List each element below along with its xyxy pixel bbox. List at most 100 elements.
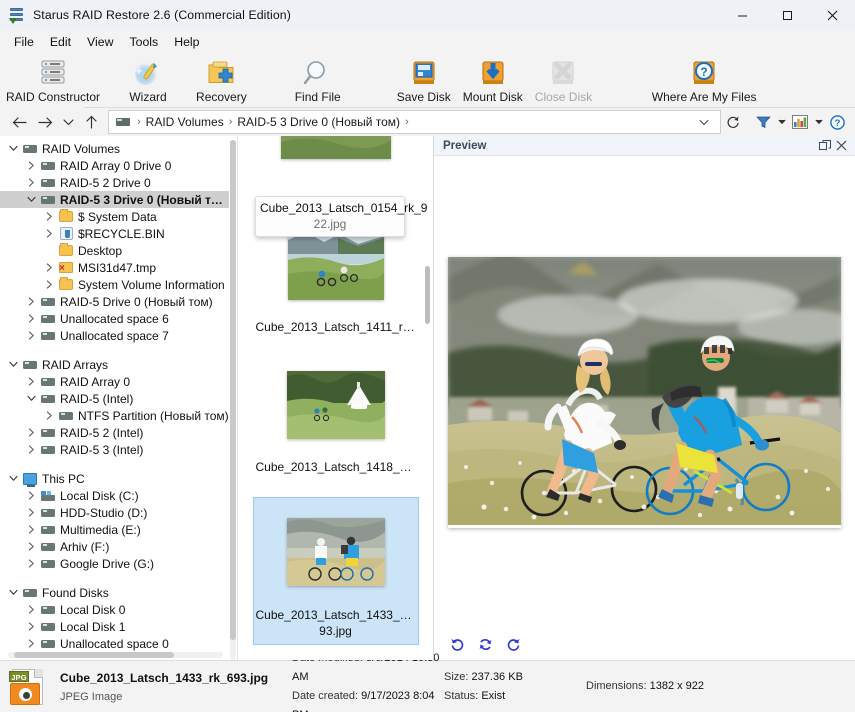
tree-item[interactable]: RAID-5 3 (Intel) bbox=[0, 441, 229, 458]
tree-item[interactable]: Arhiv (F:) bbox=[0, 538, 229, 555]
filter-funnel-icon[interactable] bbox=[751, 110, 775, 134]
tree-expand-toggle-closed[interactable] bbox=[24, 605, 39, 614]
tree-expand-toggle-open[interactable] bbox=[6, 361, 21, 368]
tree-expand-toggle-closed[interactable] bbox=[24, 508, 39, 517]
tree-expand-toggle-closed[interactable] bbox=[24, 178, 39, 187]
breadcrumb-item-raid-volumes[interactable]: RAID Volumes bbox=[144, 115, 226, 129]
tree-item[interactable]: $RECYCLE.BIN bbox=[0, 225, 229, 242]
tree-expand-toggle-closed[interactable] bbox=[24, 525, 39, 534]
tree-item[interactable]: Found Disks bbox=[0, 584, 229, 601]
tree-expand-toggle-closed[interactable] bbox=[42, 263, 57, 272]
tree-expand-toggle-closed[interactable] bbox=[24, 161, 39, 170]
tree-item[interactable]: × MSI31d47.tmp bbox=[0, 259, 229, 276]
tree-vertical-scroll-thumb[interactable] bbox=[230, 140, 236, 640]
tree-vertical-scrollbar[interactable] bbox=[230, 140, 236, 660]
tree-item[interactable]: Unallocated space 7 bbox=[0, 327, 229, 344]
rotate-right-icon[interactable] bbox=[505, 636, 521, 652]
tree-item-selected[interactable]: RAID-5 3 Drive 0 (Новый том) bbox=[0, 191, 229, 208]
tree-expand-toggle-closed[interactable] bbox=[24, 542, 39, 551]
tree-expand-toggle-closed[interactable] bbox=[42, 411, 57, 420]
tree-expand-toggle-open[interactable] bbox=[6, 589, 21, 596]
view-mode-icon[interactable] bbox=[788, 110, 812, 134]
toolbar-mount-disk-button[interactable]: Mount Disk bbox=[457, 57, 529, 105]
toolbar-find-file-button[interactable]: Find File bbox=[289, 57, 347, 105]
toolbar-wizard-button[interactable]: Wizard bbox=[122, 57, 174, 105]
menu-file[interactable]: File bbox=[6, 33, 42, 51]
tree-expand-toggle-closed[interactable] bbox=[24, 377, 39, 386]
file-list-scrollbar-thumb[interactable] bbox=[425, 266, 430, 324]
menu-help[interactable]: Help bbox=[166, 33, 207, 51]
tree-item[interactable]: HDD-Studio (D:) bbox=[0, 504, 229, 521]
tree-item[interactable]: $ System Data bbox=[0, 208, 229, 225]
tree-item[interactable]: NTFS Partition (Новый том) bbox=[0, 407, 229, 424]
undock-icon[interactable] bbox=[817, 138, 833, 154]
tree-expand-toggle-closed[interactable] bbox=[24, 314, 39, 323]
menu-tools[interactable]: Tools bbox=[121, 33, 166, 51]
list-item-selected[interactable]: Cube_2013_Latsch_1433_rk_6 93.jpg bbox=[252, 497, 419, 645]
close-button[interactable] bbox=[810, 0, 855, 30]
toolbar-close-disk-button[interactable]: Close Disk bbox=[529, 57, 598, 105]
navigation-tree[interactable]: RAID Volumes RAID Array 0 Drive 0 RAID-5 2… bbox=[0, 136, 229, 660]
tree-expand-toggle-closed[interactable] bbox=[42, 229, 57, 238]
tree-expand-toggle-closed[interactable] bbox=[42, 212, 57, 221]
tree-expand-toggle-open[interactable] bbox=[24, 196, 39, 203]
tree-expand-toggle-closed[interactable] bbox=[24, 428, 39, 437]
tree-horizontal-scrollbar[interactable] bbox=[8, 652, 223, 658]
tree-horizontal-scroll-thumb[interactable] bbox=[14, 652, 174, 658]
tree-item[interactable]: RAID Arrays bbox=[0, 356, 229, 373]
breadcrumb-item-raid5-3-drive-0[interactable]: RAID-5 3 Drive 0 (Новый том) bbox=[235, 115, 402, 129]
tree-item[interactable]: RAID-5 Drive 0 (Новый том) bbox=[0, 293, 229, 310]
filter-dropdown-icon[interactable] bbox=[775, 110, 788, 134]
tree-expand-toggle-closed[interactable] bbox=[42, 280, 57, 289]
tree-expand-toggle-closed[interactable] bbox=[24, 622, 39, 631]
tree-item[interactable]: Unallocated space 0 bbox=[0, 635, 229, 652]
tree-item[interactable]: RAID-5 (Intel) bbox=[0, 390, 229, 407]
breadcrumb[interactable]: › RAID Volumes › RAID-5 3 Drive 0 (Новый… bbox=[108, 110, 721, 134]
tree-item[interactable]: This PC bbox=[0, 470, 229, 487]
toolbar-raid-constructor-button[interactable]: RAID Constructor bbox=[0, 57, 106, 105]
file-list-pane[interactable]: Cube_2013_Latsch_0154_rk_9 22.jpg Cube_2… bbox=[238, 136, 434, 660]
minimize-button[interactable] bbox=[720, 0, 765, 30]
toolbar-recovery-button[interactable]: Recovery bbox=[190, 57, 253, 105]
tree-item[interactable]: Local Disk 0 bbox=[0, 601, 229, 618]
tree-expand-toggle-open[interactable] bbox=[6, 145, 21, 152]
tree-item[interactable]: Multimedia (E:) bbox=[0, 521, 229, 538]
toolbar-save-disk-button[interactable]: Save Disk bbox=[391, 57, 457, 105]
tree-expand-toggle-closed[interactable] bbox=[24, 639, 39, 648]
back-arrow-icon[interactable] bbox=[6, 110, 32, 134]
list-item[interactable]: Cube_2013_Latsch_1418_rk_1... bbox=[253, 357, 419, 475]
preview-close-icon[interactable] bbox=[833, 138, 849, 154]
tree-item[interactable]: RAID Array 0 Drive 0 bbox=[0, 157, 229, 174]
tree-expand-toggle-closed[interactable] bbox=[24, 559, 39, 568]
tree-expand-toggle-open[interactable] bbox=[6, 475, 21, 482]
refresh-icon[interactable] bbox=[721, 110, 745, 134]
tree-expand-toggle-open[interactable] bbox=[24, 395, 39, 402]
toolbar-where-are-my-files-button[interactable]: ? Where Are My Files bbox=[644, 57, 764, 105]
tree-expand-toggle-closed[interactable] bbox=[24, 297, 39, 306]
history-chevron-icon[interactable] bbox=[58, 110, 78, 134]
breadcrumb-dropdown-icon[interactable] bbox=[692, 111, 716, 133]
tree-expand-toggle-closed[interactable] bbox=[24, 331, 39, 340]
tree-item[interactable]: RAID-5 2 Drive 0 bbox=[0, 174, 229, 191]
rotate-left-icon[interactable] bbox=[449, 636, 465, 652]
tree-expand-toggle-closed[interactable] bbox=[24, 445, 39, 454]
tree-item[interactable]: RAID-5 2 (Intel) bbox=[0, 424, 229, 441]
tree-item[interactable]: Unallocated space 6 bbox=[0, 310, 229, 327]
tree-item[interactable]: Google Drive (G:) bbox=[0, 555, 229, 572]
menu-edit[interactable]: Edit bbox=[42, 33, 79, 51]
tree-item[interactable]: Desktop bbox=[0, 242, 229, 259]
tree-expand-toggle-closed[interactable] bbox=[24, 491, 39, 500]
tree-item[interactable]: Local Disk (C:) bbox=[0, 487, 229, 504]
tree-item[interactable]: RAID Volumes bbox=[0, 140, 229, 157]
flip-icon[interactable] bbox=[477, 636, 493, 652]
view-mode-dropdown-icon[interactable] bbox=[812, 110, 825, 134]
tree-item[interactable]: Local Disk 1 bbox=[0, 618, 229, 635]
tree-item[interactable]: RAID Array 0 bbox=[0, 373, 229, 390]
up-arrow-icon[interactable] bbox=[78, 110, 104, 134]
forward-arrow-icon[interactable] bbox=[32, 110, 58, 134]
list-item[interactable] bbox=[253, 136, 419, 170]
menu-view[interactable]: View bbox=[79, 33, 121, 51]
maximize-button[interactable] bbox=[765, 0, 810, 30]
help-circle-icon[interactable]: ? bbox=[825, 110, 849, 134]
tree-item[interactable]: System Volume Information bbox=[0, 276, 229, 293]
